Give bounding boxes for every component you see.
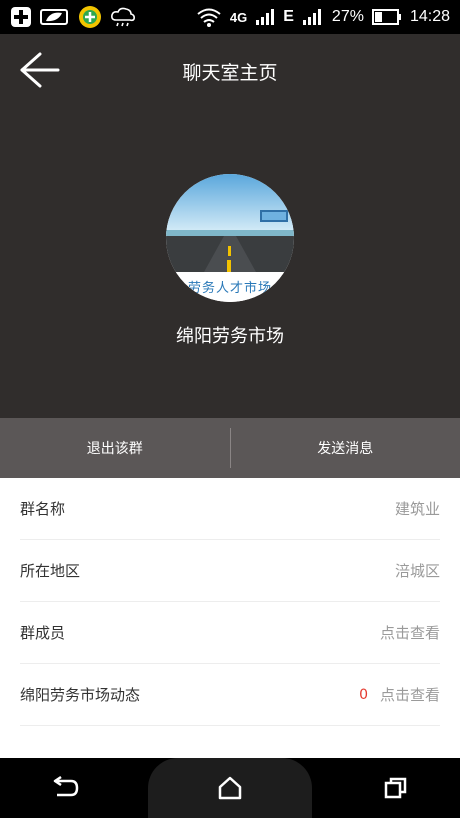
nav-recents-button[interactable] (351, 763, 441, 813)
status-bar: 4G E 27% 14:28 (0, 0, 460, 34)
info-row-members[interactable]: 群成员 点击查看 (20, 602, 440, 664)
recents-icon (384, 777, 406, 799)
back-icon (54, 775, 79, 797)
group-avatar[interactable]: 劳务人才市场 (166, 174, 294, 302)
leave-group-button[interactable]: 退出该群 (0, 418, 230, 478)
info-label: 群成员 (20, 624, 66, 642)
info-value: 涪城区 (394, 562, 440, 580)
info-label: 群名称 (20, 500, 66, 518)
group-info-list: 群名称 建筑业 所在地区 涪城区 群成员 点击查看 绵阳劳务市场动态 0 点击查… (0, 478, 460, 726)
profile-header: 聊天室主页 劳务人才市场 绵阳劳务市场 (0, 34, 460, 418)
info-value: 点击查看 (379, 686, 440, 704)
app-notification-icon (78, 5, 102, 29)
add-notification-icon (10, 6, 32, 28)
nav-home-button[interactable] (147, 758, 312, 818)
clock: 14:28 (409, 8, 450, 25)
info-label: 绵阳劳务市场动态 (20, 686, 141, 704)
info-row-group-name[interactable]: 群名称 建筑业 (20, 478, 440, 540)
info-value: 点击查看 (379, 624, 440, 642)
info-value: 建筑业 (394, 500, 440, 518)
info-row-updates[interactable]: 绵阳劳务市场动态 0 点击查看 (20, 664, 440, 726)
weather-cloud-icon (110, 6, 136, 28)
action-bar: 退出该群 发送消息 (0, 418, 460, 478)
signal-2-icon (302, 8, 324, 26)
system-nav-bar (0, 758, 460, 818)
signal-icon (255, 8, 275, 26)
battery-icon (371, 8, 402, 26)
page-title: 聊天室主页 (182, 62, 278, 84)
nav-back-button[interactable] (19, 763, 109, 813)
network-e-label: E (283, 8, 294, 25)
group-name: 绵阳劳务市场 (176, 326, 284, 347)
battery-percent: 27% (331, 8, 364, 25)
avatar-caption: 劳务人才市场 (187, 281, 272, 296)
wifi-icon (196, 6, 222, 28)
info-label: 所在地区 (20, 562, 81, 580)
updates-count: 0 (359, 686, 368, 703)
info-row-region[interactable]: 所在地区 涪城区 (20, 540, 440, 602)
send-message-button[interactable]: 发送消息 (231, 418, 460, 478)
home-icon (218, 776, 242, 800)
network-4g-label: 4G (229, 9, 248, 25)
leaf-battery-icon (40, 6, 70, 28)
